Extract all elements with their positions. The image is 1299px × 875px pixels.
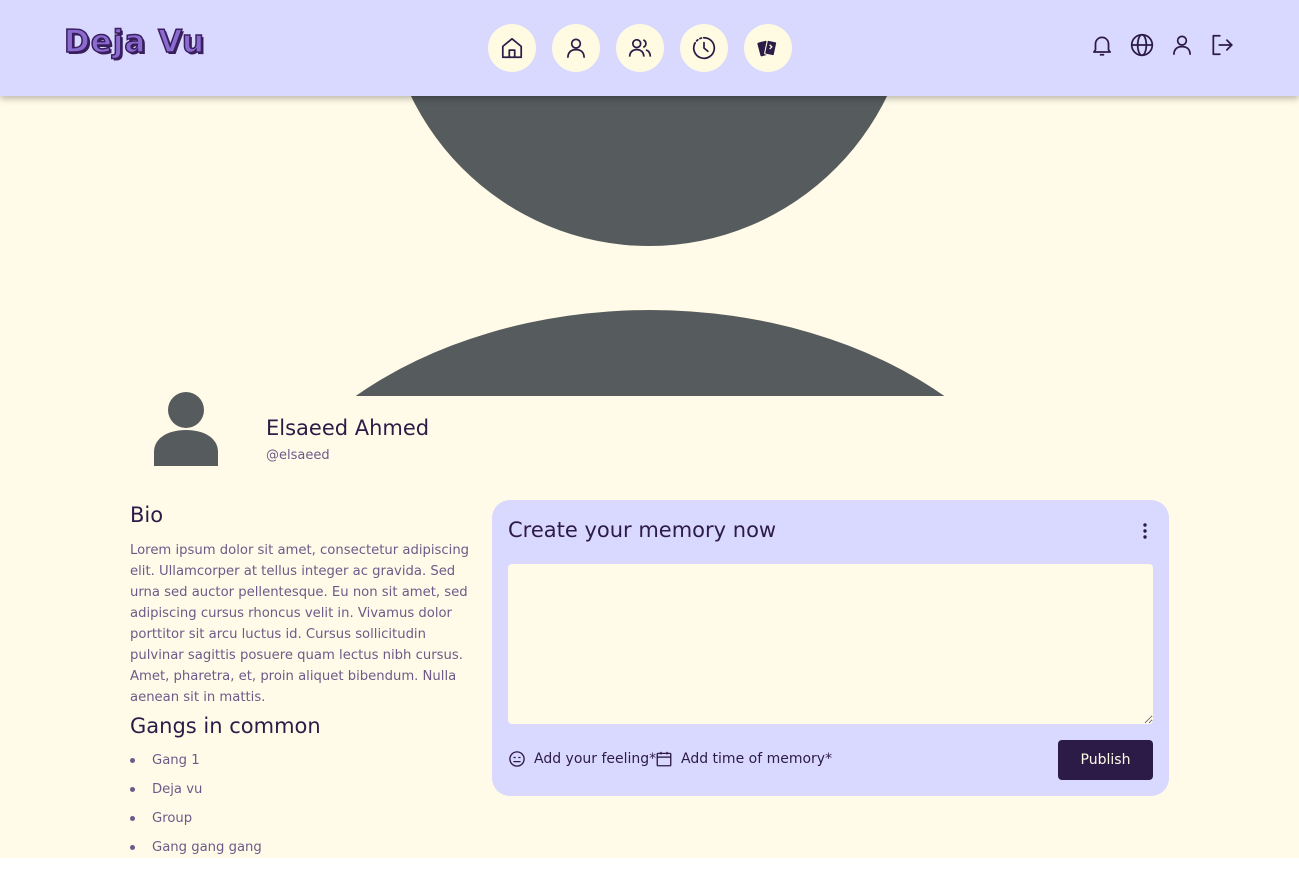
bio-heading: Bio xyxy=(130,503,164,527)
nav-history-button[interactable] xyxy=(680,24,728,72)
top-header: Deja Vu xyxy=(0,0,1299,96)
logout-icon xyxy=(1212,34,1233,56)
nav-friends-button[interactable] xyxy=(616,24,664,72)
memory-input[interactable] xyxy=(508,564,1153,724)
gang-item[interactable]: Gang 1 xyxy=(130,750,262,779)
users-icon xyxy=(628,38,652,57)
profile-handle: @elsaeed xyxy=(266,448,330,463)
user-icon xyxy=(567,38,585,58)
nav-gangs-button[interactable] xyxy=(744,24,792,72)
gangs-list: Gang 1 Deja vu Group Gang gang gang xyxy=(130,750,262,858)
clock-icon xyxy=(692,36,716,60)
cover-placeholder-head xyxy=(384,96,914,246)
gangs-heading: Gangs in common xyxy=(130,714,321,738)
add-feeling-button[interactable]: Add your feeling* xyxy=(508,750,656,768)
logo[interactable]: Deja Vu xyxy=(63,23,205,61)
gang-item[interactable]: Gang gang gang xyxy=(130,837,262,858)
globe-icon xyxy=(1130,33,1154,57)
publish-button[interactable]: Publish xyxy=(1058,740,1153,780)
account-button[interactable] xyxy=(1169,32,1195,58)
notifications-button[interactable] xyxy=(1089,32,1115,58)
card-title: Create your memory now xyxy=(508,518,777,542)
cards-icon xyxy=(757,39,778,57)
add-feeling-label: Add your feeling* xyxy=(534,751,657,767)
page: Deja Vu Elsaeed Ahmed @elsaeed Bio Lorem… xyxy=(0,0,1299,858)
add-time-button[interactable]: Add time of memory* xyxy=(655,750,832,768)
cover-photo xyxy=(0,96,1299,396)
nav-home-button[interactable] xyxy=(488,24,536,72)
gang-item[interactable]: Group xyxy=(130,808,262,837)
emoji-icon xyxy=(509,751,525,767)
nav-profile-button[interactable] xyxy=(552,24,600,72)
bell-icon xyxy=(1093,36,1111,56)
profile-name: Elsaeed Ahmed xyxy=(266,416,430,440)
create-memory-card: Create your memory now Add your feeling* xyxy=(492,500,1169,796)
bio-text: Lorem ipsum dolor sit amet, consectetur … xyxy=(130,543,470,705)
cover-placeholder-body xyxy=(230,310,1070,396)
home-icon xyxy=(501,37,523,59)
avatar xyxy=(154,392,218,466)
more-options-icon[interactable] xyxy=(1137,522,1153,540)
add-time-label: Add time of memory* xyxy=(681,751,833,767)
calendar-icon xyxy=(656,751,672,767)
gang-item[interactable]: Deja vu xyxy=(130,779,262,808)
user-icon xyxy=(1173,35,1191,55)
logout-button[interactable] xyxy=(1209,32,1235,58)
language-button[interactable] xyxy=(1129,32,1155,58)
